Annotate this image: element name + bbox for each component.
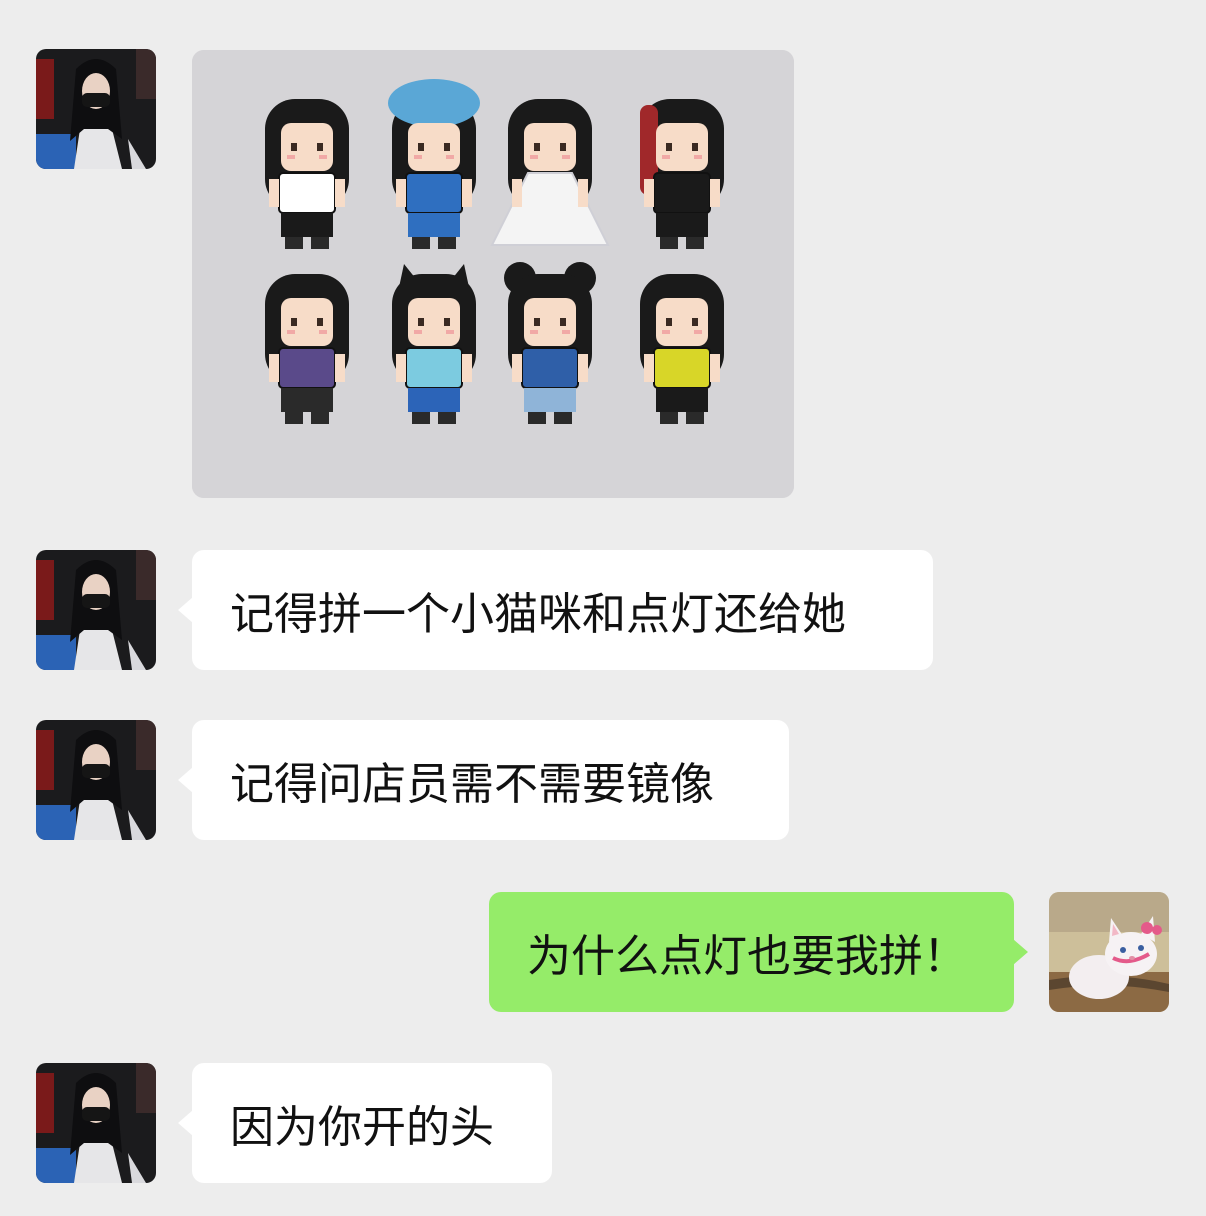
masked-woman-avatar-icon [36, 49, 156, 169]
self-avatar[interactable] [1049, 892, 1169, 1012]
contact-avatar[interactable] [36, 1063, 156, 1183]
masked-woman-avatar-icon [36, 720, 156, 840]
incoming-message-bubble[interactable]: 记得问店员需不需要镜像 [178, 720, 789, 840]
outgoing-message-bubble[interactable]: 为什么点灯也要我拼！ [489, 892, 1028, 1012]
bead-figure [490, 99, 610, 246]
contact-avatar[interactable] [36, 720, 156, 840]
contact-avatar[interactable] [36, 550, 156, 670]
masked-woman-avatar-icon [36, 1063, 156, 1183]
white-cat-avatar-icon [1049, 892, 1169, 1012]
pixel-bead-figures-photo [192, 50, 794, 498]
incoming-message-bubble[interactable]: 记得拼一个小猫咪和点灯还给她 [178, 550, 933, 670]
masked-woman-avatar-icon [36, 550, 156, 670]
contact-avatar[interactable] [36, 49, 156, 169]
incoming-message-bubble[interactable]: 因为你开的头 [178, 1063, 552, 1183]
image-message[interactable] [192, 50, 794, 498]
